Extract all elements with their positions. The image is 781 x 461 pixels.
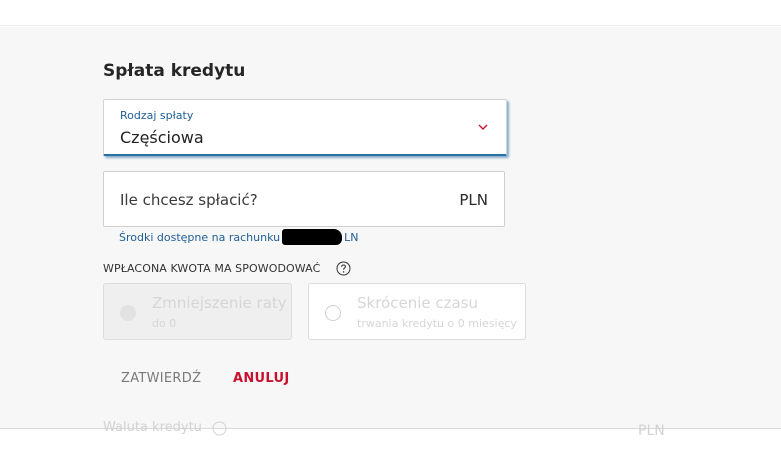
repayment-amount-field[interactable]: Ile chcesz spłacić? PLN [103,171,505,227]
option-reduce-installment[interactable]: Zmniejszenie raty do 0 [103,283,292,340]
amount-placeholder: Ile chcesz spłacić? [120,191,258,209]
repayment-type-select[interactable]: Rodzaj spłaty Częściowa [103,99,507,156]
radio-shorten-period[interactable] [325,305,341,321]
cancel-button[interactable]: ANULUJ [233,371,290,386]
repayment-type-value: Częściowa [120,128,204,147]
loan-currency-value: PLN [638,423,665,439]
option-subtitle: do 0 [152,317,177,330]
option-title: Zmniejszenie raty [152,294,287,312]
question-circle-icon [212,421,227,436]
chevron-down-icon[interactable] [476,120,490,134]
option-shorten-period[interactable]: Skrócenie czasu trwania kredytu o 0 mies… [308,283,526,340]
repayment-panel [0,27,781,428]
amount-currency: PLN [459,191,488,209]
repayment-type-label: Rodzaj spłaty [120,109,194,122]
confirm-button[interactable]: ZATWIERDŹ [121,371,201,386]
available-funds-currency: LN [344,231,359,244]
top-band [0,0,781,26]
loan-currency-label: Waluta kredytu [103,420,202,435]
option-title: Skrócenie czasu [357,294,479,312]
available-funds-label: Środki dostępne na rachunku [119,231,281,244]
effect-section-label: WPŁACONA KWOTA MA SPOWODOWAĆ [103,262,321,275]
redacted-amount [282,229,342,245]
question-circle-icon[interactable] [336,261,351,276]
radio-reduce-installment[interactable] [120,305,136,321]
option-subtitle: trwania kredytu o 0 miesięcy [357,317,517,330]
page-title: Spłata kredytu [103,61,246,81]
